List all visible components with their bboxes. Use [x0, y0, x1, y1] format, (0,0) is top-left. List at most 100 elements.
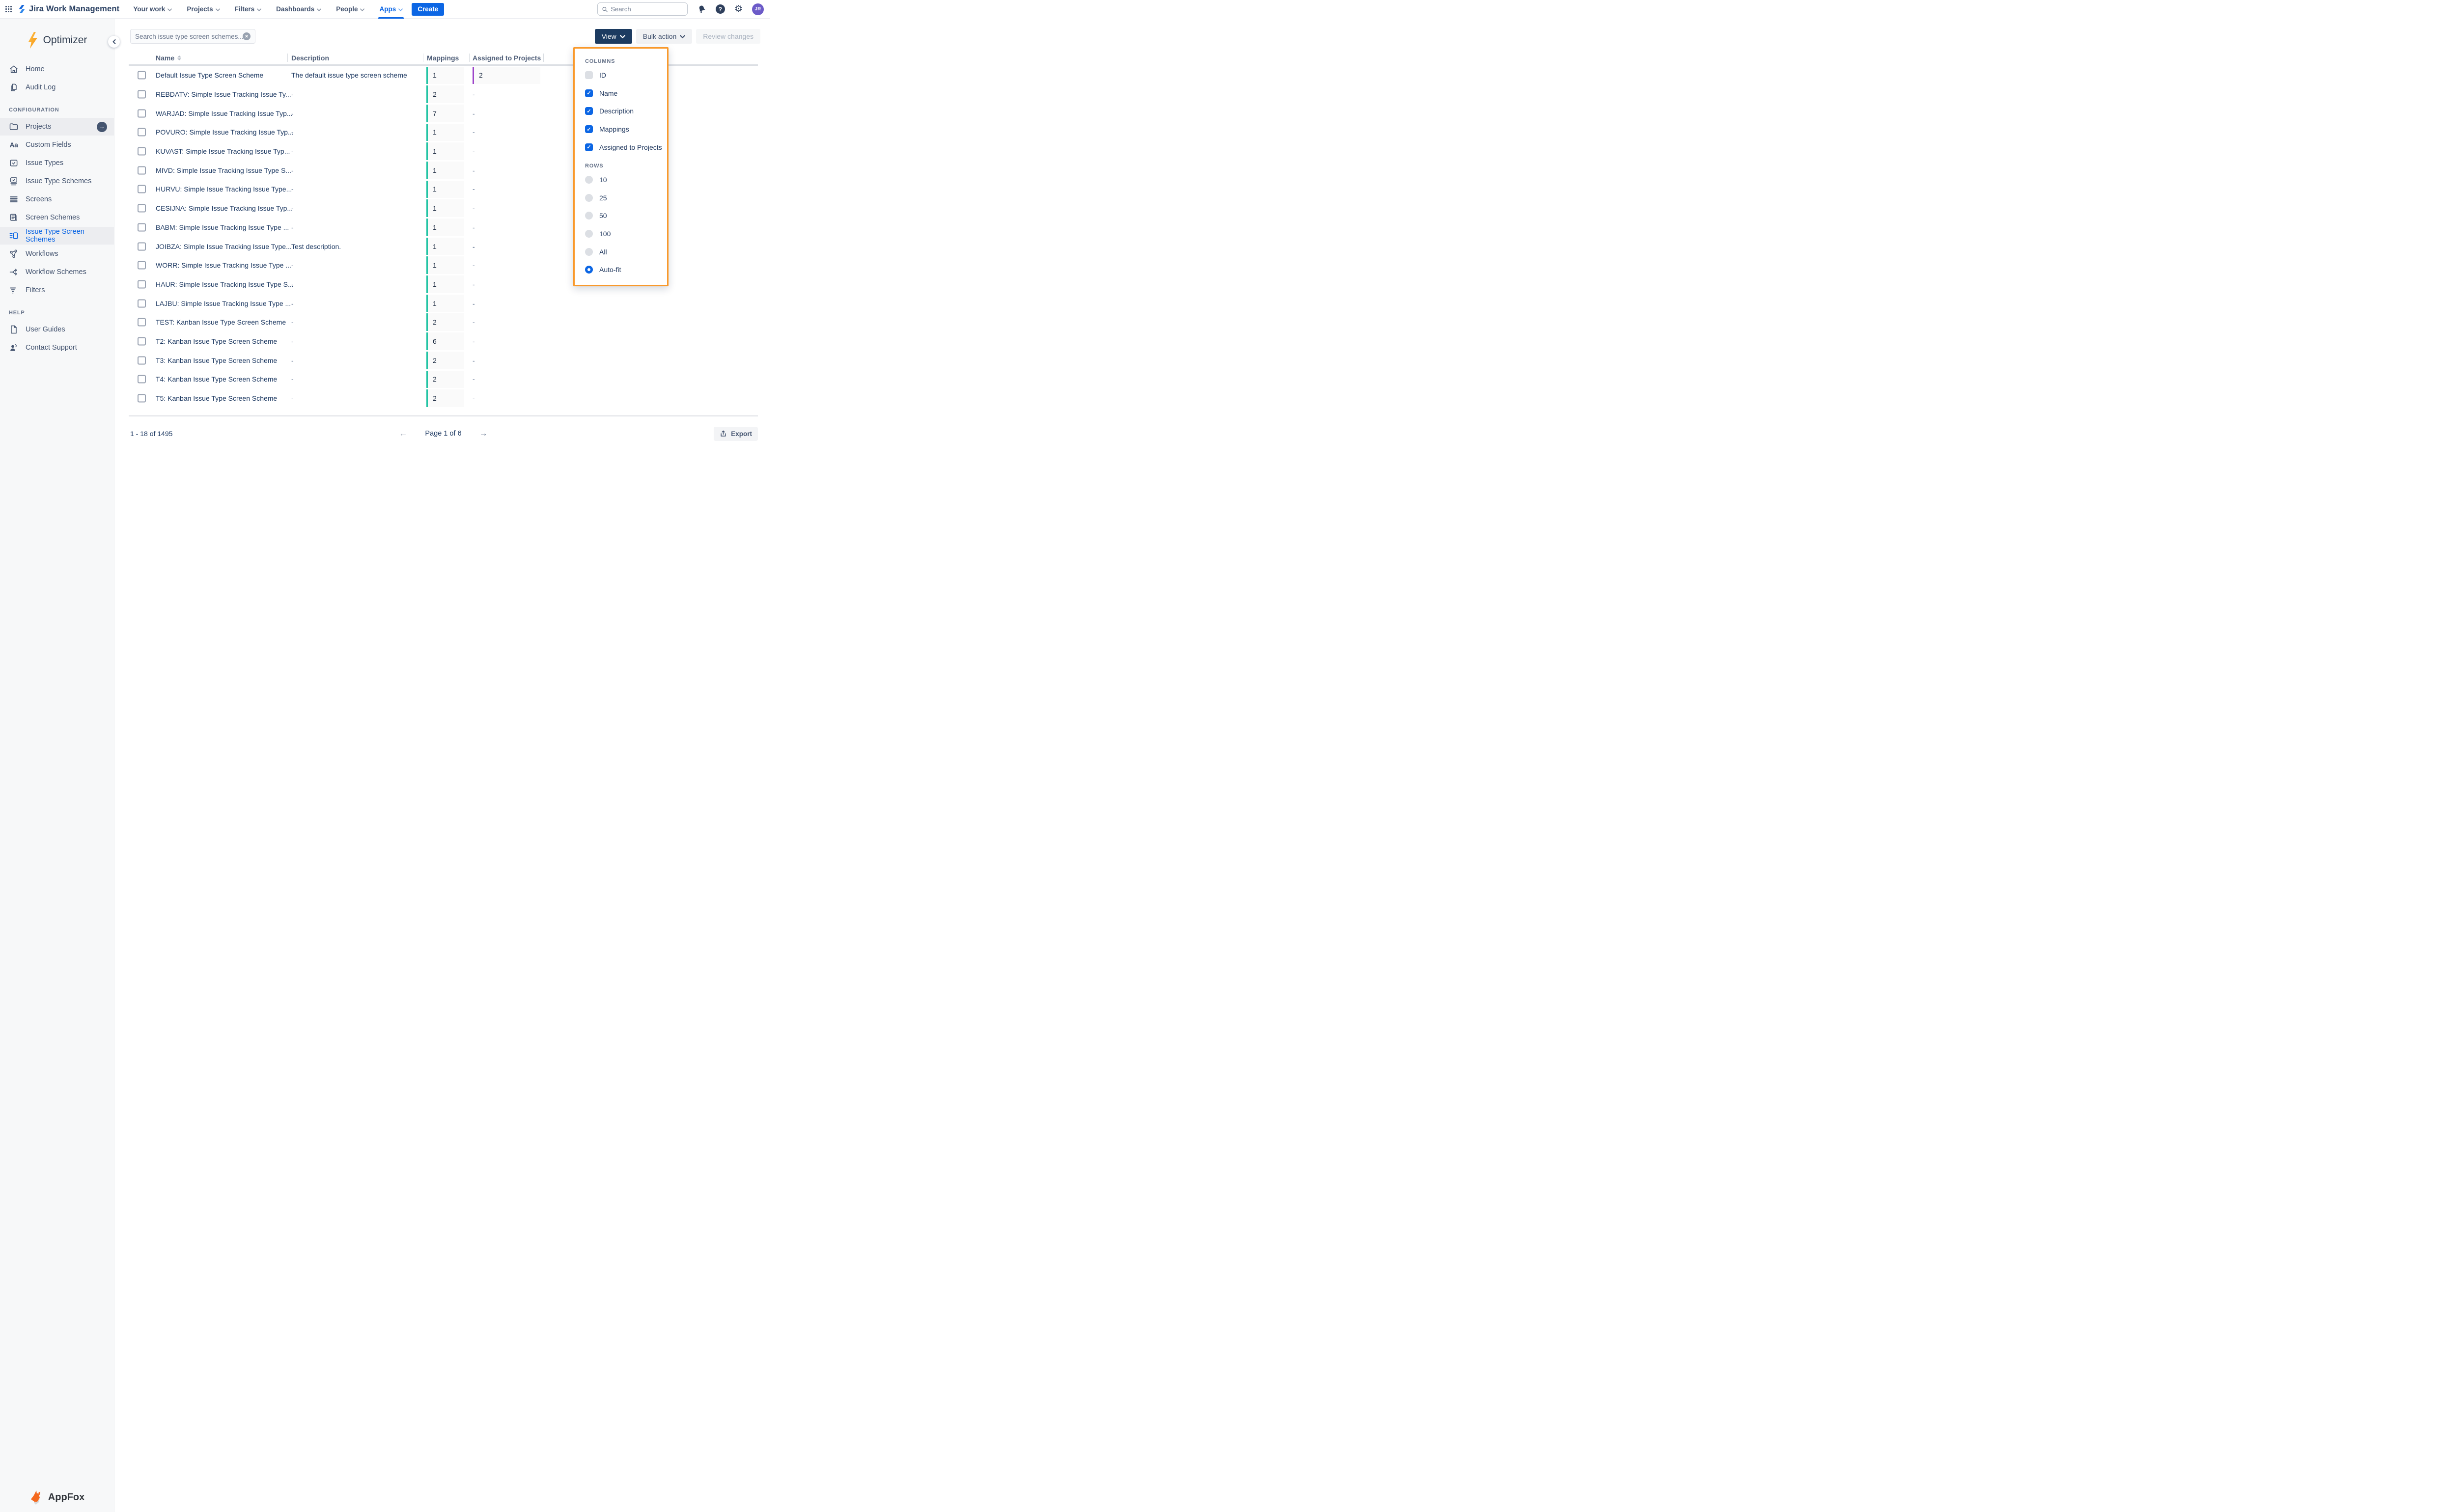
nav-item-label: Your work [133, 5, 165, 13]
next-page-button[interactable]: → [479, 429, 488, 439]
sidebar-item-issue-type-schemes[interactable]: Issue Type Schemes [0, 172, 114, 190]
radio-icon[interactable] [585, 194, 593, 202]
table-row[interactable]: T2: Kanban Issue Type Screen Scheme-6- [129, 332, 758, 351]
sidebar-item-label: Issue Type Schemes [26, 177, 91, 185]
chevron-down-icon [216, 8, 220, 11]
sidebar-collapse-button[interactable] [108, 36, 120, 48]
bulk-action-button[interactable]: Bulk action [636, 29, 692, 44]
review-changes-button[interactable]: Review changes [696, 29, 760, 44]
column-option-assigned-to-projects[interactable]: ✓Assigned to Projects [575, 138, 667, 156]
row-checkbox[interactable] [138, 337, 146, 345]
sidebar-item-audit-log[interactable]: Audit Log [0, 79, 114, 96]
row-checkbox[interactable] [138, 109, 146, 117]
row-option-10[interactable]: 10 [575, 171, 667, 189]
screen-schemes-icon [9, 213, 19, 222]
row-option-25[interactable]: 25 [575, 189, 667, 207]
user-avatar[interactable]: JR [752, 3, 764, 15]
column-header-description[interactable]: Description [291, 54, 329, 62]
row-option-all[interactable]: All [575, 243, 667, 261]
column-header-assigned-to-projects[interactable]: Assigned to Projects [473, 54, 541, 62]
column-option-name[interactable]: ✓Name [575, 84, 667, 103]
row-checkbox[interactable] [138, 90, 146, 99]
global-search-input[interactable] [611, 5, 683, 13]
clear-search-icon[interactable]: ✕ [243, 32, 251, 40]
row-checkbox[interactable] [138, 280, 146, 288]
sidebar-item-projects[interactable]: Projects→ [0, 118, 114, 136]
row-checkbox[interactable] [138, 318, 146, 327]
scheme-search[interactable]: ✕ [130, 29, 255, 44]
export-button[interactable]: Export [714, 427, 758, 441]
row-checkbox[interactable] [138, 204, 146, 213]
nav-item-dashboards[interactable]: Dashboards [276, 0, 321, 19]
row-option-100[interactable]: 100 [575, 225, 667, 243]
open-project-arrow-icon[interactable]: → [97, 122, 107, 132]
contact-support-icon [9, 343, 19, 353]
sidebar-item-filters[interactable]: Filters [0, 281, 114, 299]
checkbox-icon[interactable]: ✓ [585, 125, 593, 133]
sidebar-item-workflow-schemes[interactable]: Workflow Schemes [0, 263, 114, 281]
table-row[interactable]: T4: Kanban Issue Type Screen Scheme-2- [129, 370, 758, 389]
table-row[interactable]: LAJBU: Simple Issue Tracking Issue Type … [129, 294, 758, 313]
sidebar-item-screen-schemes[interactable]: Screen Schemes [0, 209, 114, 226]
column-option-description[interactable]: ✓Description [575, 102, 667, 120]
row-checkbox[interactable] [138, 375, 146, 384]
scheme-name: MIVD: Simple Issue Tracking Issue Type S… [156, 166, 291, 174]
radio-icon[interactable] [585, 266, 593, 274]
row-checkbox[interactable] [138, 166, 146, 174]
table-row[interactable]: T3: Kanban Issue Type Screen Scheme-2- [129, 351, 758, 370]
row-checkbox[interactable] [138, 394, 146, 403]
app-switcher-icon[interactable] [5, 6, 12, 12]
sidebar-item-home[interactable]: Home [0, 60, 114, 78]
row-checkbox[interactable] [138, 185, 146, 193]
nav-item-filters[interactable]: Filters [235, 0, 262, 19]
row-option-50[interactable]: 50 [575, 207, 667, 225]
sidebar-item-issue-type-screen-schemes[interactable]: Issue Type Screen Schemes [0, 227, 114, 245]
row-checkbox[interactable] [138, 71, 146, 80]
row-checkbox[interactable] [138, 261, 146, 270]
sidebar-item-contact-support[interactable]: Contact Support [0, 339, 114, 357]
view-button[interactable]: View [595, 29, 632, 44]
jira-logo[interactable]: Jira Work Management [18, 4, 119, 14]
column-option-id[interactable]: ID [575, 66, 667, 84]
checkbox-icon[interactable] [585, 71, 593, 79]
nav-item-your-work[interactable]: Your work [133, 0, 172, 19]
prev-page-button[interactable]: ← [399, 429, 407, 439]
scheme-name: HURVU: Simple Issue Tracking Issue Type.… [156, 185, 292, 193]
row-checkbox[interactable] [138, 242, 146, 250]
sidebar-item-issue-types[interactable]: Issue Types [0, 154, 114, 172]
create-button[interactable]: Create [412, 3, 444, 16]
help-icon[interactable]: ? [716, 4, 725, 14]
sidebar-item-screens[interactable]: Screens [0, 191, 114, 208]
checkbox-icon[interactable]: ✓ [585, 107, 593, 115]
mappings-cell: 2 [426, 313, 464, 331]
nav-item-apps[interactable]: Apps [379, 0, 403, 19]
row-checkbox[interactable] [138, 299, 146, 307]
column-header-name[interactable]: Name [156, 54, 181, 62]
scheme-search-input[interactable] [135, 33, 243, 40]
sidebar-item-user-guides[interactable]: User Guides [0, 321, 114, 338]
radio-icon[interactable] [585, 212, 593, 220]
column-option-mappings[interactable]: ✓Mappings [575, 120, 667, 138]
row-checkbox[interactable] [138, 223, 146, 231]
nav-item-people[interactable]: People [336, 0, 364, 19]
radio-icon[interactable] [585, 248, 593, 256]
row-checkbox[interactable] [138, 128, 146, 137]
checkbox-icon[interactable]: ✓ [585, 143, 593, 151]
column-header-mappings[interactable]: Mappings [427, 54, 459, 62]
table-row[interactable]: T5: Kanban Issue Type Screen Scheme-2- [129, 389, 758, 408]
radio-icon[interactable] [585, 230, 593, 238]
nav-item-projects[interactable]: Projects [187, 0, 220, 19]
checkbox-icon[interactable]: ✓ [585, 89, 593, 97]
radio-icon[interactable] [585, 176, 593, 184]
assigned-projects-value: - [473, 261, 475, 269]
global-search[interactable] [597, 2, 688, 16]
row-checkbox[interactable] [138, 147, 146, 156]
notifications-bell-icon[interactable] [698, 4, 706, 14]
table-row[interactable]: TEST: Kanban Issue Type Screen Scheme-2- [129, 313, 758, 332]
row-checkbox[interactable] [138, 356, 146, 364]
row-option-auto-fit[interactable]: Auto-fit [575, 261, 667, 279]
folder-icon [9, 122, 19, 132]
sidebar-item-workflows[interactable]: Workflows [0, 245, 114, 263]
sidebar-item-custom-fields[interactable]: AaCustom Fields [0, 136, 114, 154]
settings-gear-icon[interactable]: ⚙ [734, 4, 743, 14]
